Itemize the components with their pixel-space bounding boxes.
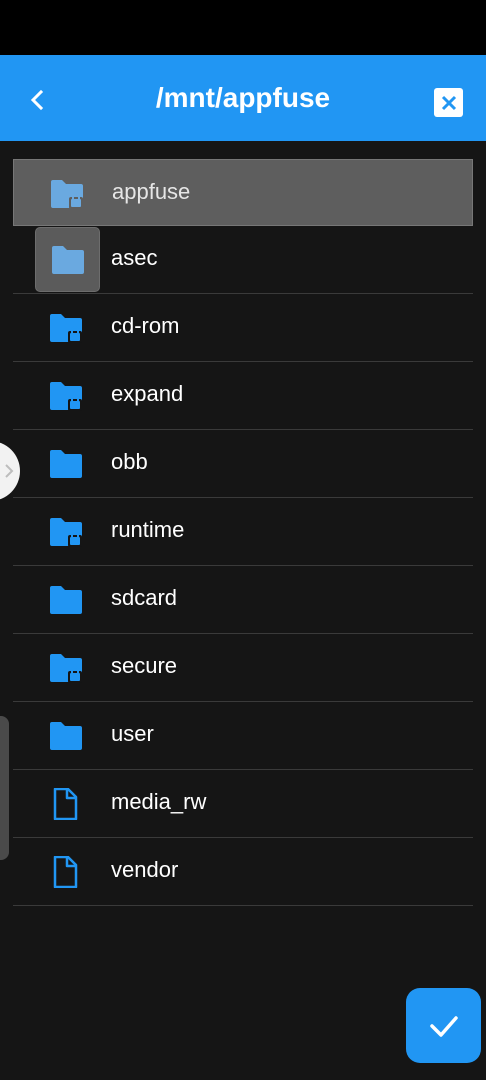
locked-folder-icon	[49, 652, 83, 684]
folder-icon	[49, 720, 83, 752]
folder-icon	[49, 584, 83, 616]
folder-icon	[52, 246, 84, 274]
confirm-button[interactable]	[406, 988, 481, 1063]
file-name: asec	[111, 245, 158, 270]
path-title: /mnt/appfuse	[155, 82, 331, 113]
file-row[interactable]: runtime	[13, 498, 473, 566]
file-row[interactable]: obb	[13, 430, 473, 498]
file-name: sdcard	[111, 585, 178, 610]
close-button[interactable]	[434, 88, 463, 117]
file-name: vendor	[111, 857, 179, 882]
file-name: cd-rom	[111, 313, 180, 338]
file-row[interactable]: sdcard	[13, 566, 473, 634]
close-icon	[441, 95, 456, 110]
file-icon	[49, 855, 83, 889]
file-name: appfuse	[112, 179, 191, 204]
locked-folder-icon	[49, 312, 83, 344]
file-name: secure	[111, 653, 178, 678]
locked-folder-icon	[50, 178, 84, 210]
back-button[interactable]	[18, 80, 58, 120]
file-name: expand	[111, 381, 184, 406]
file-picker-screen: /mnt/appfuse appfuse asec cd-rom expand obb r…	[0, 0, 486, 1080]
focus-highlight	[35, 227, 100, 292]
file-name: runtime	[111, 517, 185, 542]
file-name: user	[111, 721, 154, 746]
file-row[interactable]: user	[13, 702, 473, 770]
file-row[interactable]: secure	[13, 634, 473, 702]
status-bar	[0, 0, 486, 55]
app-bar: /mnt/appfuse	[0, 55, 486, 141]
checkmark-icon	[429, 1015, 458, 1037]
file-row[interactable]: expand	[13, 362, 473, 430]
file-row[interactable]: media_rw	[13, 770, 473, 838]
file-name: media_rw	[111, 789, 207, 814]
chevron-right-icon	[5, 464, 14, 478]
file-row[interactable]: vendor	[13, 838, 473, 906]
folder-icon	[49, 448, 83, 480]
chevron-left-icon	[30, 89, 44, 111]
locked-folder-icon	[49, 516, 83, 548]
file-icon	[49, 787, 83, 821]
file-name: obb	[111, 449, 148, 474]
file-row[interactable]: cd-rom	[13, 294, 473, 362]
side-scroll-handle[interactable]	[0, 716, 9, 860]
file-row[interactable]: appfuse	[13, 159, 473, 226]
locked-folder-icon	[49, 380, 83, 412]
